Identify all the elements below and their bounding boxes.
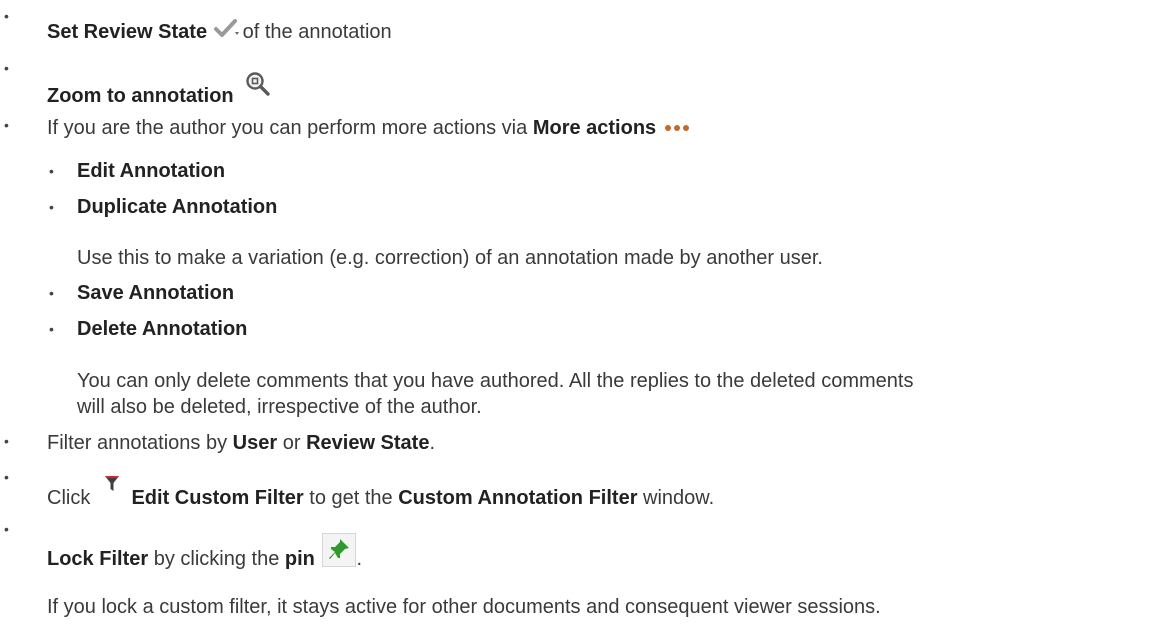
list-item-review-state: Set Review State of the annotation — [47, 18, 392, 47]
delete-note-line2: will also be deleted, irrespective of th… — [77, 396, 482, 418]
save-annotation-label: Save Annotation — [77, 282, 235, 304]
filter-user: User — [232, 432, 278, 454]
lock-note: If you lock a custom filter, it stays ac… — [47, 596, 881, 618]
check-dropdown-icon[interactable] — [213, 18, 243, 47]
filter-review-state: Review State — [306, 432, 430, 454]
bullet: • — [4, 60, 9, 76]
filter-prefix: Filter annotations by — [47, 432, 228, 454]
custom-filter-label: Edit Custom Filter — [131, 487, 304, 509]
zoom-label: Zoom to annotation — [47, 84, 234, 107]
bullet: • — [49, 285, 54, 301]
review-state-label: Set Review State — [47, 20, 208, 43]
duplicate-note: Use this to make a variation (e.g. corre… — [77, 247, 823, 269]
list-item-custom-filter: Click Edit Custom Filter to get the Cust… — [47, 475, 715, 512]
bullet: • — [4, 521, 9, 537]
lock-mid: by clicking the — [153, 547, 280, 570]
lock-end: . — [356, 547, 363, 570]
list-item-more-actions: If you are the author you can perform mo… — [47, 115, 692, 142]
edit-annotation-label: Edit Annotation — [77, 160, 226, 182]
bullet: • — [49, 321, 54, 337]
bullet: • — [4, 433, 9, 449]
lock-pin-word: pin — [284, 547, 315, 570]
filter-end: . — [429, 432, 436, 454]
custom-end: window. — [643, 487, 715, 509]
bullet: • — [4, 8, 9, 24]
bullet: • — [4, 469, 9, 485]
review-state-suffix: of the annotation — [242, 20, 392, 43]
bullet: • — [49, 163, 54, 179]
bullet: • — [4, 117, 9, 133]
bullet: • — [49, 199, 54, 215]
custom-mid: to get the — [309, 487, 393, 509]
custom-prefix: Click — [47, 487, 91, 509]
sub-item-delete: Delete Annotation — [77, 316, 247, 342]
sub-item-duplicate: Duplicate Annotation — [77, 194, 277, 220]
delete-note-line1: You can only delete comments that you ha… — [77, 370, 914, 392]
list-item-filter: Filter annotations by User or Review Sta… — [47, 430, 435, 456]
more-actions-label: More actions — [532, 117, 657, 139]
lock-filter-label: Lock Filter — [47, 547, 149, 570]
sub-item-edit: Edit Annotation — [77, 158, 225, 184]
more-dots-icon[interactable] — [662, 116, 692, 142]
filter-or: or — [282, 432, 301, 454]
list-item-zoom: Zoom to annotation — [47, 72, 275, 115]
magnifier-icon[interactable] — [243, 70, 275, 107]
custom-window-name: Custom Annotation Filter — [398, 487, 638, 509]
funnel-icon[interactable] — [104, 474, 120, 500]
more-actions-prefix: If you are the author you can perform mo… — [47, 117, 528, 139]
pin-icon[interactable] — [322, 533, 357, 574]
list-item-lock-filter: Lock Filter by clicking the pin . — [47, 533, 363, 580]
sub-item-save: Save Annotation — [77, 280, 234, 306]
duplicate-annotation-label: Duplicate Annotation — [77, 196, 278, 218]
delete-annotation-label: Delete Annotation — [77, 318, 248, 340]
